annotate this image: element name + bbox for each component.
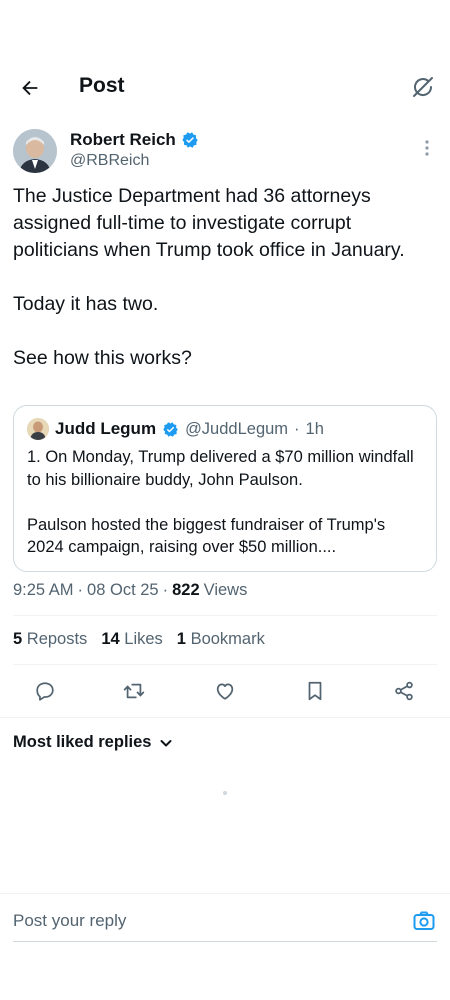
verified-badge-icon (163, 421, 178, 437)
chevron-down-icon (160, 739, 172, 746)
grok-icon[interactable] (408, 72, 438, 102)
engagement-stats: 5 Reposts 14 Likes 1 Bookmark (13, 630, 265, 649)
post-author-row: Robert Reich @RBReich (13, 129, 436, 175)
author-name[interactable]: Robert Reich (70, 130, 199, 150)
post-meta: 9:25 AM · 08 Oct 25 · 822 Views (13, 581, 247, 600)
bookmark-icon[interactable] (300, 676, 330, 706)
reposts-label: Reposts (26, 630, 88, 648)
quoted-post-time: 1h (305, 419, 324, 438)
author-handle[interactable]: @RBReich (70, 152, 149, 170)
divider (0, 717, 450, 718)
quoted-paragraph: 1. On Monday, Trump delivered a $70 mill… (27, 448, 414, 489)
quoted-author-avatar (27, 418, 49, 440)
quoted-paragraph: Paulson hosted the biggest fundraiser of… (27, 515, 386, 557)
bookmarks-label: Bookmark (190, 630, 265, 648)
action-bar (0, 676, 450, 706)
post-paragraph: The Justice Department had 36 attorneys … (13, 185, 405, 261)
bookmarks-stat[interactable]: 1 Bookmark (177, 630, 265, 649)
quoted-post[interactable]: Judd Legum @JuddLegum · 1h 1. On Monday,… (13, 405, 437, 572)
likes-count: 14 (101, 630, 120, 648)
share-icon[interactable] (389, 676, 419, 706)
post-paragraph: See how this works? (13, 347, 192, 369)
verified-badge-icon (182, 132, 198, 148)
quoted-post-body: 1. On Monday, Trump delivered a $70 mill… (27, 446, 422, 559)
reply-icon[interactable] (30, 676, 60, 706)
divider (13, 615, 437, 616)
quoted-post-header: Judd Legum @JuddLegum · 1h (27, 418, 324, 440)
quoted-separator: · (294, 419, 300, 438)
post-paragraph: Today it has two. (13, 293, 159, 315)
views-count: 822 (172, 581, 200, 599)
quoted-author-handle: @JuddLegum (185, 419, 289, 438)
more-options-icon[interactable] (418, 139, 436, 157)
divider (13, 664, 437, 665)
likes-stat[interactable]: 14 Likes (101, 630, 162, 649)
meta-separator: · (77, 581, 84, 599)
reposts-stat[interactable]: 5 Reposts (13, 630, 87, 649)
repost-icon[interactable] (119, 676, 149, 706)
back-arrow-icon[interactable] (14, 72, 46, 104)
views-label: Views (203, 581, 248, 599)
post-body: The Justice Department had 36 attorneys … (13, 183, 426, 372)
camera-icon[interactable] (411, 908, 437, 934)
bookmarks-count: 1 (176, 630, 186, 648)
author-name-text: Robert Reich (70, 130, 176, 149)
page-title: Post (79, 74, 125, 97)
likes-label: Likes (124, 630, 163, 648)
like-icon[interactable] (210, 676, 240, 706)
reply-composer: Post your reply (0, 893, 450, 943)
reply-input-underline (13, 941, 437, 942)
reposts-count: 5 (13, 630, 23, 648)
post-time: 9:25 AM (13, 581, 74, 599)
replies-sort-dropdown[interactable]: Most liked replies (13, 733, 173, 752)
post-date: 08 Oct 25 (87, 581, 159, 599)
quoted-author-name: Judd Legum (55, 419, 157, 438)
meta-separator: · (162, 581, 169, 599)
replies-sort-label: Most liked replies (13, 733, 152, 751)
author-avatar[interactable] (13, 129, 57, 173)
top-app-bar: Post (0, 60, 450, 116)
loading-indicator (223, 791, 227, 795)
reply-input[interactable]: Post your reply (13, 911, 126, 931)
